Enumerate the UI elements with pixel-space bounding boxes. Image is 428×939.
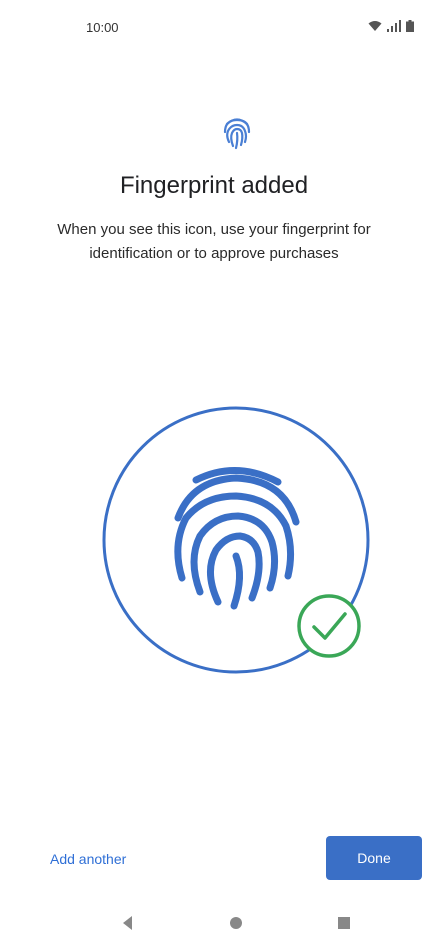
navigation-bar bbox=[0, 905, 428, 939]
page-subtitle: When you see this icon, use your fingerp… bbox=[57, 221, 371, 262]
page-title: Fingerprint added bbox=[119, 172, 309, 199]
check-circle-icon bbox=[297, 594, 361, 658]
wifi-icon bbox=[368, 21, 382, 31]
fingerprint-icon bbox=[174, 467, 300, 610]
battery-icon bbox=[406, 20, 414, 32]
recents-icon[interactable] bbox=[334, 913, 354, 933]
back-icon[interactable] bbox=[118, 913, 138, 933]
done-button[interactable]: Done bbox=[326, 836, 422, 880]
home-icon[interactable] bbox=[226, 913, 246, 933]
fingerprint-illustration bbox=[102, 406, 370, 674]
status-icons bbox=[368, 20, 414, 32]
status-bar: 10:00 bbox=[0, 0, 428, 60]
fingerprint-icon bbox=[223, 118, 251, 150]
status-time: 10:00 bbox=[86, 20, 119, 35]
add-another-button[interactable]: Add another bbox=[40, 842, 136, 876]
signal-icon bbox=[387, 20, 401, 32]
